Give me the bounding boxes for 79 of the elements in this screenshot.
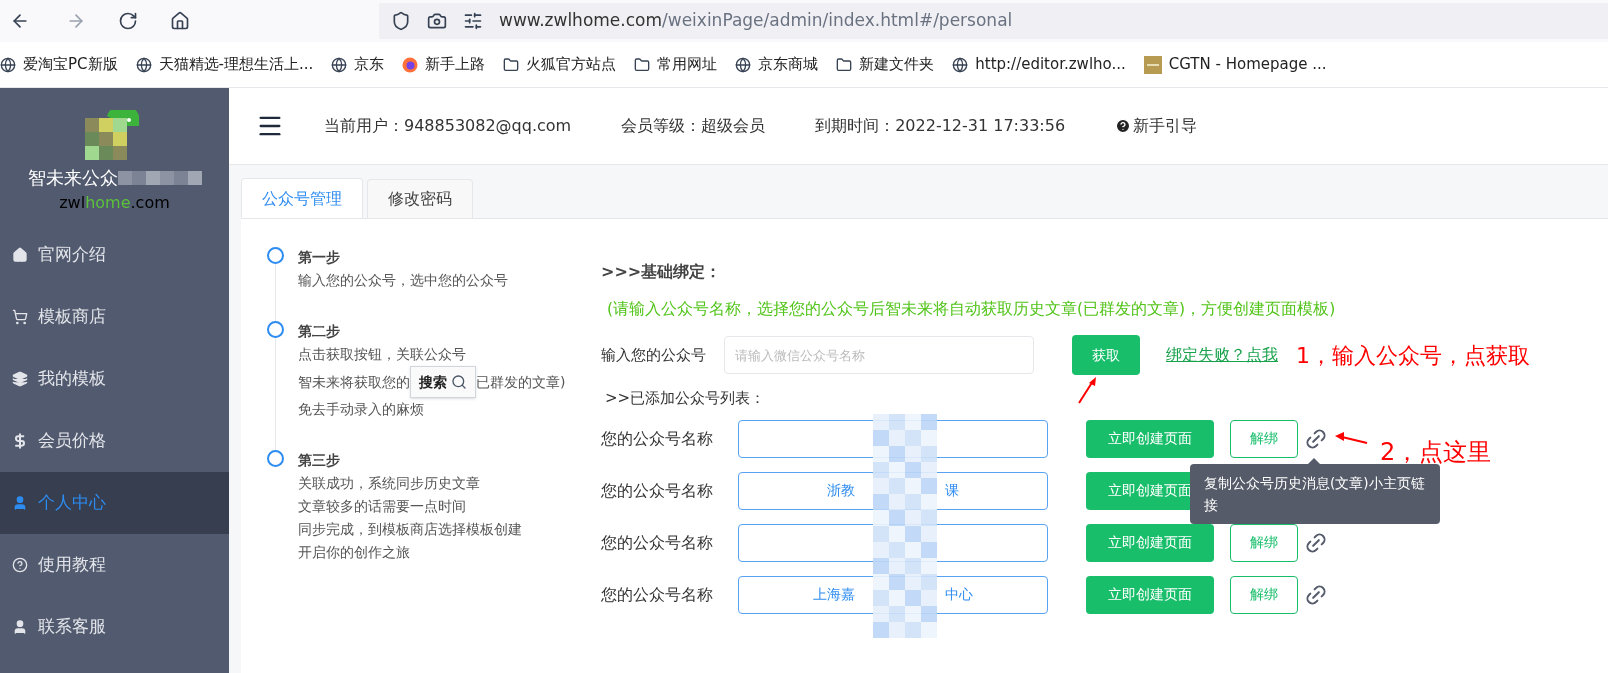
globe-icon bbox=[952, 56, 969, 73]
step-title: 第一步 bbox=[298, 248, 341, 267]
step-text: 免去手动录入的麻烦 bbox=[298, 400, 425, 419]
reload-icon bbox=[118, 11, 138, 31]
search-icon bbox=[451, 374, 467, 390]
address-bar[interactable]: www.zwlhome.com/weixinPage/admin/index.html#/personal bbox=[379, 3, 1608, 39]
account-search-field[interactable]: 请输入微信公众号名称 bbox=[724, 336, 1034, 375]
step-text: 点击获取按钮，关联公众号 bbox=[298, 345, 467, 364]
binding-hint: (请输入公众号名称，选择您的公众号后智未来将自动获取历史文章(已群发的文章)，方便创建页面模板) bbox=[607, 299, 1337, 320]
step-text: 关联成功，系统同步历史文章 bbox=[298, 474, 481, 493]
redaction-mask bbox=[84, 118, 127, 160]
user-icon bbox=[12, 619, 28, 635]
sidebar-item[interactable]: 我的模板 bbox=[0, 348, 229, 410]
step-title: 第二步 bbox=[298, 322, 341, 341]
step-text: 文章较多的话需要一点时间 bbox=[298, 497, 467, 516]
sidebar-item[interactable]: 模板商店 bbox=[0, 286, 229, 348]
user-icon bbox=[12, 495, 28, 511]
expiry-time: 到期时间：2022-12-31 17:33:56 bbox=[815, 115, 1066, 137]
tab[interactable]: 修改密码 bbox=[367, 179, 473, 218]
guide-link[interactable]: 新手引导 bbox=[1115, 114, 1198, 138]
bookmark-link[interactable]: 新建文件夹 bbox=[836, 53, 935, 76]
step-title: 第三步 bbox=[298, 451, 341, 470]
folder-icon bbox=[503, 56, 520, 73]
home-icon bbox=[12, 247, 28, 263]
browser-logo-icon bbox=[402, 56, 419, 73]
field-label: 输入您的公众号 bbox=[601, 345, 706, 366]
globe-icon bbox=[735, 56, 752, 73]
sidebar-item[interactable]: 会员价格 bbox=[0, 410, 229, 472]
help-link[interactable]: 绑定失败？点我 bbox=[1166, 343, 1278, 368]
section-heading: >>>基础绑定： bbox=[601, 261, 723, 283]
permissions-icon bbox=[463, 11, 483, 31]
globe-icon bbox=[0, 56, 16, 73]
search-popup[interactable]: 搜索 bbox=[410, 366, 476, 398]
sidebar-item[interactable]: 联系客服 bbox=[0, 596, 229, 658]
annotation-arrow bbox=[1334, 431, 1368, 446]
site-logo-icon bbox=[1143, 55, 1162, 74]
bookmark-link[interactable]: 天猫精选-理想生活上... bbox=[135, 53, 314, 76]
bookmark-link[interactable]: CGTN - Homepage ... bbox=[1143, 53, 1327, 76]
sidebar-item[interactable]: 官网介绍 bbox=[0, 224, 229, 286]
bookmark-link[interactable]: 新手上路 bbox=[402, 53, 486, 76]
annotation-text: 1，输入公众号，点获取 bbox=[1296, 341, 1530, 370]
bookmark-link[interactable]: 爱淘宝PC新版 bbox=[0, 53, 118, 76]
site-domain: zwlhome.com bbox=[59, 192, 170, 214]
step-text: 开启你的创作之旅 bbox=[298, 543, 411, 562]
bookmark-link[interactable]: http://editor.zwlho... bbox=[952, 53, 1126, 76]
account-name: 上海嘉 中心 bbox=[813, 585, 973, 605]
cart-icon bbox=[12, 309, 28, 325]
step-text: 智未来将获取您的 bbox=[298, 372, 410, 392]
account-name: 浙教 课 bbox=[827, 481, 959, 501]
site-name: 智未来公众 bbox=[27, 166, 118, 190]
field-label: 您的公众号名称 bbox=[601, 583, 714, 606]
help-icon bbox=[12, 557, 28, 573]
current-user: 当前用户：948853082@qq.com bbox=[324, 115, 572, 137]
dollar-icon bbox=[12, 433, 28, 449]
member-level: 会员等级：超级会员 bbox=[621, 115, 766, 137]
step-text: 输入您的公众号，选中您的公众号 bbox=[298, 271, 508, 290]
help-icon bbox=[1115, 118, 1132, 134]
globe-icon bbox=[135, 56, 152, 73]
bookmark-link[interactable]: 常用网址 bbox=[634, 53, 718, 76]
tab[interactable]: 公众号管理 bbox=[241, 178, 363, 218]
sidebar-item[interactable]: 使用教程 bbox=[0, 534, 229, 596]
field-label: 您的公众号名称 bbox=[601, 479, 714, 502]
shield-icon bbox=[391, 11, 411, 31]
step-text: 同步完成，到模板商店选择模板创建 bbox=[298, 520, 522, 539]
globe-icon bbox=[331, 56, 348, 73]
section-heading: >>已添加公众号列表： bbox=[605, 388, 766, 410]
url-text: www.zwlhome.com/weixinPage/admin/index.html#/personal bbox=[499, 9, 1013, 33]
field-label: 您的公众号名称 bbox=[601, 427, 714, 450]
field-label: 您的公众号名称 bbox=[601, 531, 714, 554]
step-text: 已群发的文章) bbox=[476, 372, 566, 392]
home-icon bbox=[170, 11, 190, 31]
bookmark-link[interactable]: 火狐官方站点 bbox=[503, 53, 617, 76]
stack-icon bbox=[12, 371, 28, 387]
tooltip: 复制公众号历史消息(文章)小主页链接 bbox=[1190, 463, 1440, 524]
sidebar-item[interactable]: 个人中心 bbox=[0, 472, 229, 534]
folder-icon bbox=[836, 56, 853, 73]
folder-icon bbox=[634, 56, 651, 73]
bookmark-link[interactable]: 京东商城 bbox=[735, 53, 819, 76]
bookmark-link[interactable]: 京东 bbox=[331, 53, 385, 76]
